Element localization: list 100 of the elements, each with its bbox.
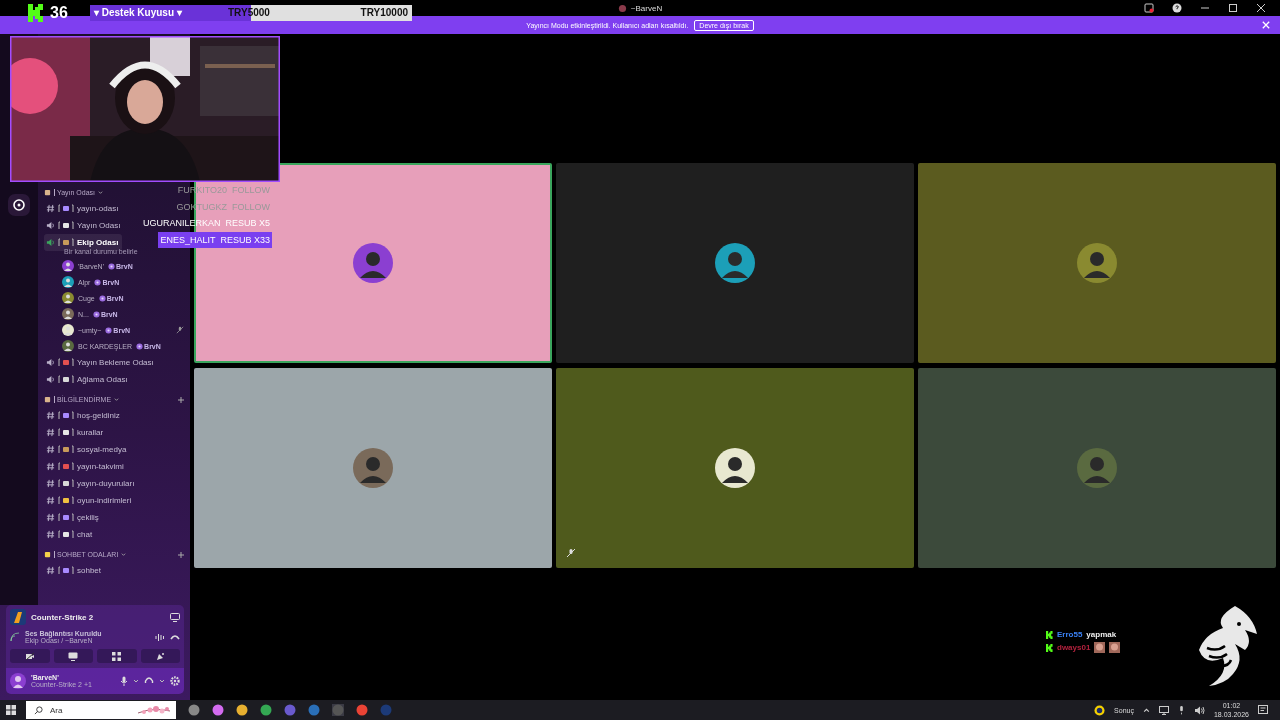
soundboard-button[interactable] xyxy=(140,649,180,663)
settings-icon[interactable] xyxy=(170,676,180,686)
channel-item[interactable]: Ağlama Odası xyxy=(44,371,132,388)
compass-icon[interactable] xyxy=(8,194,30,216)
soundwave-icon[interactable] xyxy=(155,632,165,642)
hash-icon xyxy=(46,566,55,575)
k-logo-icon xyxy=(28,4,44,22)
app-icon[interactable] xyxy=(260,704,272,716)
channel-emoji-icon xyxy=(58,428,74,437)
chevron-up-icon[interactable] xyxy=(1142,706,1150,714)
channel-emoji-icon xyxy=(58,530,74,539)
avatar-icon[interactable] xyxy=(10,673,26,689)
speaker-icon xyxy=(46,375,55,384)
speaker-icon xyxy=(46,221,55,230)
speaker-icon xyxy=(46,238,55,247)
channel-emoji-icon xyxy=(58,358,74,367)
game-icon xyxy=(10,609,26,625)
channel-emoji-icon xyxy=(58,445,74,454)
channel-item[interactable]: sosyal-medya xyxy=(44,441,131,458)
chat-username: dways01 xyxy=(1057,643,1091,652)
activity-name: Counter-Strike 2 xyxy=(31,612,94,622)
hang-up-icon[interactable] xyxy=(170,633,180,641)
avatar-icon xyxy=(352,242,394,284)
chevron-icon xyxy=(98,190,103,195)
app-icon[interactable] xyxy=(212,704,224,716)
app-icon[interactable] xyxy=(356,704,368,716)
hash-icon xyxy=(46,411,55,420)
video-tile[interactable] xyxy=(556,368,914,568)
category-icon xyxy=(44,551,51,558)
emote-icon xyxy=(1094,642,1106,653)
plus-icon[interactable] xyxy=(178,551,184,558)
activities-button[interactable] xyxy=(97,649,137,663)
microphone-icon[interactable] xyxy=(120,676,128,686)
screen-share-icon[interactable] xyxy=(170,612,180,622)
chevron-icon[interactable] xyxy=(133,678,139,684)
channel-item[interactable]: Yayın Odası xyxy=(44,217,125,234)
channel-item[interactable]: çekiliş xyxy=(44,509,103,526)
headphones-icon[interactable] xyxy=(144,676,154,686)
help-icon[interactable] xyxy=(1172,3,1182,13)
hash-icon xyxy=(46,513,55,522)
channel-emoji-icon xyxy=(58,496,74,505)
channel-item[interactable]: Yayın Bekleme Odası xyxy=(44,354,158,371)
channel-emoji-icon xyxy=(58,513,74,522)
video-tile[interactable] xyxy=(918,163,1276,363)
grid-icon xyxy=(112,651,122,661)
camera-button[interactable] xyxy=(10,649,50,663)
channel-item[interactable]: yayın-odası xyxy=(44,200,123,217)
k-logo-icon xyxy=(1046,643,1053,652)
chevron-icon[interactable] xyxy=(159,678,165,684)
goal-title: ▾ Destek Kuyusu ▾ xyxy=(94,7,182,18)
goal-target: TRY10000 xyxy=(360,7,408,18)
avatar-icon xyxy=(62,324,74,336)
channel-emoji-icon xyxy=(58,204,74,213)
start-icon[interactable] xyxy=(6,705,16,715)
chat-message: yapmak xyxy=(1086,630,1117,639)
chevron-icon xyxy=(121,552,127,557)
close-icon[interactable] xyxy=(1256,3,1266,13)
channel-item[interactable]: yayın-takvimi xyxy=(44,458,128,475)
party-icon xyxy=(155,651,165,661)
speaker-icon xyxy=(46,358,55,367)
channel-emoji-icon xyxy=(58,566,74,575)
search-icon xyxy=(34,705,43,715)
channel-item[interactable]: kurallar xyxy=(44,424,108,441)
share-screen-button[interactable] xyxy=(53,649,93,663)
maximize-icon[interactable] xyxy=(1228,3,1238,13)
hash-icon xyxy=(46,445,55,454)
channel-item[interactable]: hoş-geldiniz xyxy=(44,407,124,424)
app-icon[interactable] xyxy=(188,704,200,716)
channel-item[interactable]: yayın-duyuruları xyxy=(44,475,139,492)
microphone-icon[interactable] xyxy=(1177,705,1185,715)
channel-emoji-icon xyxy=(58,479,74,488)
avatar-icon xyxy=(714,447,756,489)
flower-icon xyxy=(136,342,144,350)
channel-emoji-icon xyxy=(58,221,74,230)
avatar-icon xyxy=(1076,447,1118,489)
avatar-icon xyxy=(1076,242,1118,284)
video-tile[interactable] xyxy=(194,368,552,568)
signal-icon xyxy=(10,632,20,642)
channel-emoji-icon xyxy=(58,375,74,384)
search-input[interactable]: Ara xyxy=(48,704,112,716)
badge-icon[interactable] xyxy=(1094,704,1106,716)
chevron-icon xyxy=(114,397,120,402)
channel-item[interactable]: chat xyxy=(44,526,97,543)
channel-item[interactable]: sohbet xyxy=(44,562,106,579)
app-icon[interactable] xyxy=(236,704,248,716)
category-icon xyxy=(44,189,51,196)
search-bar[interactable]: Ara xyxy=(26,701,176,719)
monitor-icon[interactable] xyxy=(1158,705,1169,715)
video-tile[interactable] xyxy=(556,163,914,363)
channel-item[interactable]: oyun-indirimleri xyxy=(44,492,136,509)
channel-emoji-icon xyxy=(58,411,74,420)
camera-off-icon xyxy=(24,651,35,661)
hash-icon xyxy=(46,428,55,437)
category-icon xyxy=(44,396,51,403)
volume-icon[interactable] xyxy=(1193,705,1205,715)
notification-icon[interactable] xyxy=(1258,705,1268,715)
inbox-icon[interactable] xyxy=(1144,3,1154,13)
plus-icon[interactable] xyxy=(178,396,184,403)
k-logo-icon xyxy=(1046,630,1053,639)
video-tile[interactable] xyxy=(918,368,1276,568)
